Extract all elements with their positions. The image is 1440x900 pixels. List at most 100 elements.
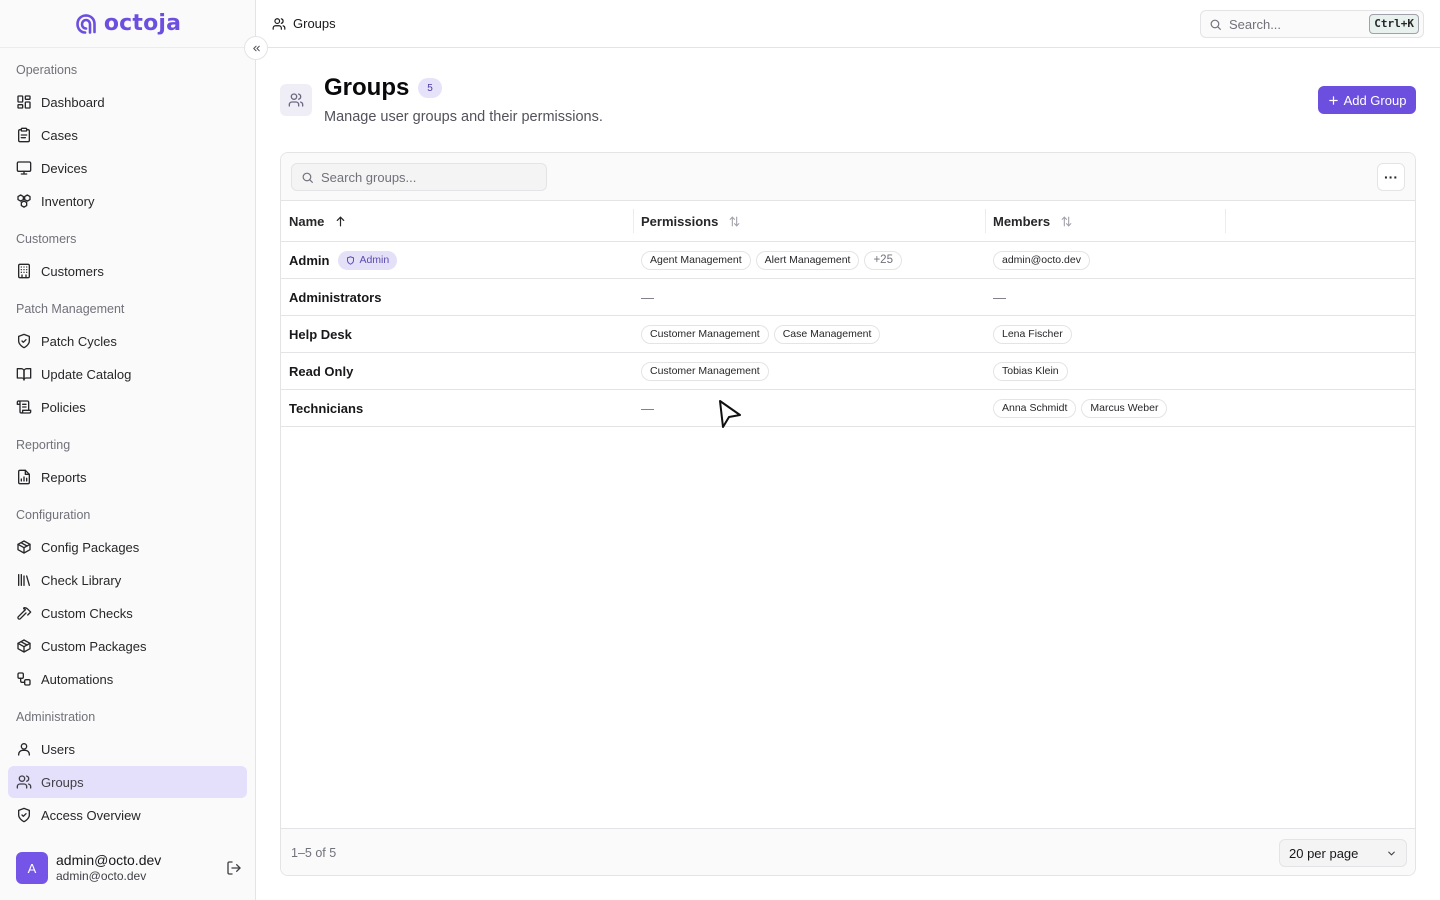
sidebar-item-label: Users xyxy=(41,741,75,757)
table-toolbar: ··· xyxy=(281,153,1415,201)
member-chip: admin@octo.dev xyxy=(993,250,1090,270)
permission-chip: Case Management xyxy=(773,324,881,344)
member-chip: Marcus Weber xyxy=(1081,398,1168,418)
sidebar: octoja Operations Dashboard Cases Devices In… xyxy=(0,0,256,900)
sidebar-item-inventory[interactable]: Inventory xyxy=(8,185,247,217)
empty-placeholder: — xyxy=(993,289,1006,305)
more-options-button[interactable]: ··· xyxy=(1377,163,1405,191)
sidebar-item-cases[interactable]: Cases xyxy=(8,119,247,151)
sidebar-item-label: Config Packages xyxy=(41,539,140,555)
groups-table-card: ··· Name Permissions Members Admin Admin A… xyxy=(280,152,1416,876)
group-name[interactable]: Read Only xyxy=(289,364,353,379)
permission-chip: Alert Management xyxy=(755,250,860,270)
sidebar-item-label: Custom Packages xyxy=(41,638,147,654)
hammer-icon xyxy=(17,607,32,620)
column-header-members[interactable]: Members xyxy=(993,201,1073,241)
empty-placeholder: — xyxy=(641,289,654,305)
brand-name: octoja xyxy=(103,11,182,36)
nav-group-label-patch-management: Patch Management xyxy=(16,302,125,316)
sidebar-item-label: Inventory xyxy=(41,193,95,209)
building-icon xyxy=(18,263,30,279)
group-name[interactable]: Admin xyxy=(289,253,329,268)
user-profile[interactable]: A admin@octo.dev admin@octo.dev xyxy=(16,852,242,884)
plus-icon xyxy=(1328,95,1338,105)
octoja-logo-icon xyxy=(76,13,96,34)
sidebar-item-automations[interactable]: Automations xyxy=(8,663,247,695)
sort-ascending-icon xyxy=(337,216,345,226)
column-header-name[interactable]: Name xyxy=(289,201,347,241)
layout-dashboard-icon xyxy=(17,95,31,109)
package-icon xyxy=(17,540,31,554)
per-page-select[interactable]: 20 per page xyxy=(1279,839,1407,867)
sidebar-item-reports[interactable]: Reports xyxy=(8,461,247,493)
collapse-sidebar-button[interactable] xyxy=(244,36,268,60)
sidebar-item-label: Customers xyxy=(41,263,104,279)
table-header: Name Permissions Members xyxy=(281,201,1415,242)
sidebar-item-update-catalog[interactable]: Update Catalog xyxy=(8,358,247,390)
sidebar-item-customers[interactable]: Customers xyxy=(8,255,247,287)
column-header-permissions[interactable]: Permissions xyxy=(641,201,741,241)
user-email: admin@octo.dev xyxy=(56,869,147,883)
sidebar-item-custom-checks[interactable]: Custom Checks xyxy=(8,597,247,629)
sidebar-item-label: Cases xyxy=(41,127,78,143)
scroll-icon xyxy=(16,400,32,414)
cell-members: Anna Schmidt Marcus Weber xyxy=(993,390,1168,426)
pagination-range: 1–5 of 5 xyxy=(291,846,337,860)
nav-group-label-reporting: Reporting xyxy=(16,438,71,452)
group-name[interactable]: Technicians xyxy=(289,401,363,416)
member-chip: Lena Fischer xyxy=(993,324,1072,344)
logo[interactable]: octoja xyxy=(0,0,255,48)
group-name[interactable]: Administrators xyxy=(289,290,381,305)
topbar: Groups Ctrl+K xyxy=(256,0,1440,48)
admin-badge: Admin xyxy=(338,250,398,270)
more-permissions-chip[interactable]: +25 xyxy=(864,250,902,270)
avatar: A xyxy=(16,852,48,884)
sort-icon xyxy=(729,216,740,226)
sidebar-item-label: Dashboard xyxy=(41,94,105,110)
table-row[interactable]: Admin Admin Agent Management Alert Manageme… xyxy=(281,242,1415,279)
group-name[interactable]: Help Desk xyxy=(289,327,352,342)
sidebar-item-label: Automations xyxy=(41,671,114,687)
sidebar-item-access-overview[interactable]: Access Overview xyxy=(8,799,247,831)
sidebar-item-users[interactable]: Users xyxy=(8,733,247,765)
search-groups-input[interactable] xyxy=(321,169,531,185)
workflow-icon xyxy=(17,672,31,686)
page-title: Groups xyxy=(324,74,410,101)
global-search-input[interactable] xyxy=(1229,16,1359,32)
add-group-button[interactable]: Add Group xyxy=(1318,86,1416,114)
cell-name: Help Desk xyxy=(289,316,356,352)
logout-icon[interactable] xyxy=(226,860,242,876)
cell-members: admin@octo.dev xyxy=(993,242,1090,278)
cell-permissions: — xyxy=(641,279,654,315)
clipboard-icon xyxy=(18,127,30,143)
monitor-icon xyxy=(16,161,32,175)
sidebar-item-dashboard[interactable]: Dashboard xyxy=(8,86,247,118)
sidebar-item-config-packages[interactable]: Config Packages xyxy=(8,531,247,563)
sidebar-item-custom-packages[interactable]: Custom Packages xyxy=(8,630,247,662)
nav-group-label-customers: Customers xyxy=(16,232,77,246)
cell-name: Technicians xyxy=(289,390,367,426)
sidebar-item-policies[interactable]: Policies xyxy=(8,391,247,423)
member-chip: Tobias Klein xyxy=(993,361,1068,381)
sidebar-item-patch-cycles[interactable]: Patch Cycles xyxy=(8,325,247,357)
cell-name: Administrators xyxy=(289,279,385,315)
boxes-icon xyxy=(17,194,31,208)
add-group-label: Add Group xyxy=(1343,92,1407,108)
table-row[interactable]: Technicians — Anna Schmidt Marcus Weber xyxy=(281,390,1415,427)
global-search[interactable]: Ctrl+K xyxy=(1200,10,1424,38)
table-search[interactable] xyxy=(291,163,547,191)
sidebar-item-check-library[interactable]: Check Library xyxy=(8,564,247,596)
sidebar-item-devices[interactable]: Devices xyxy=(8,152,247,184)
sidebar-item-groups[interactable]: Groups xyxy=(8,766,247,798)
sidebar-item-label: Check Library xyxy=(41,572,122,588)
sidebar-item-label: Access Overview xyxy=(41,807,141,823)
cell-members: Tobias Klein xyxy=(993,353,1068,389)
page-icon xyxy=(280,84,312,116)
nav-group-label-configuration: Configuration xyxy=(16,508,91,522)
table-row[interactable]: Help Desk Customer Management Case Managem… xyxy=(281,316,1415,353)
group-count-badge: 5 xyxy=(418,78,442,98)
table-row[interactable]: Read Only Customer Management Tobias Klein xyxy=(281,353,1415,390)
breadcrumb-current[interactable]: Groups xyxy=(293,16,336,31)
table-row[interactable]: Administrators — — xyxy=(281,279,1415,316)
sidebar-item-label: Patch Cycles xyxy=(41,333,117,349)
